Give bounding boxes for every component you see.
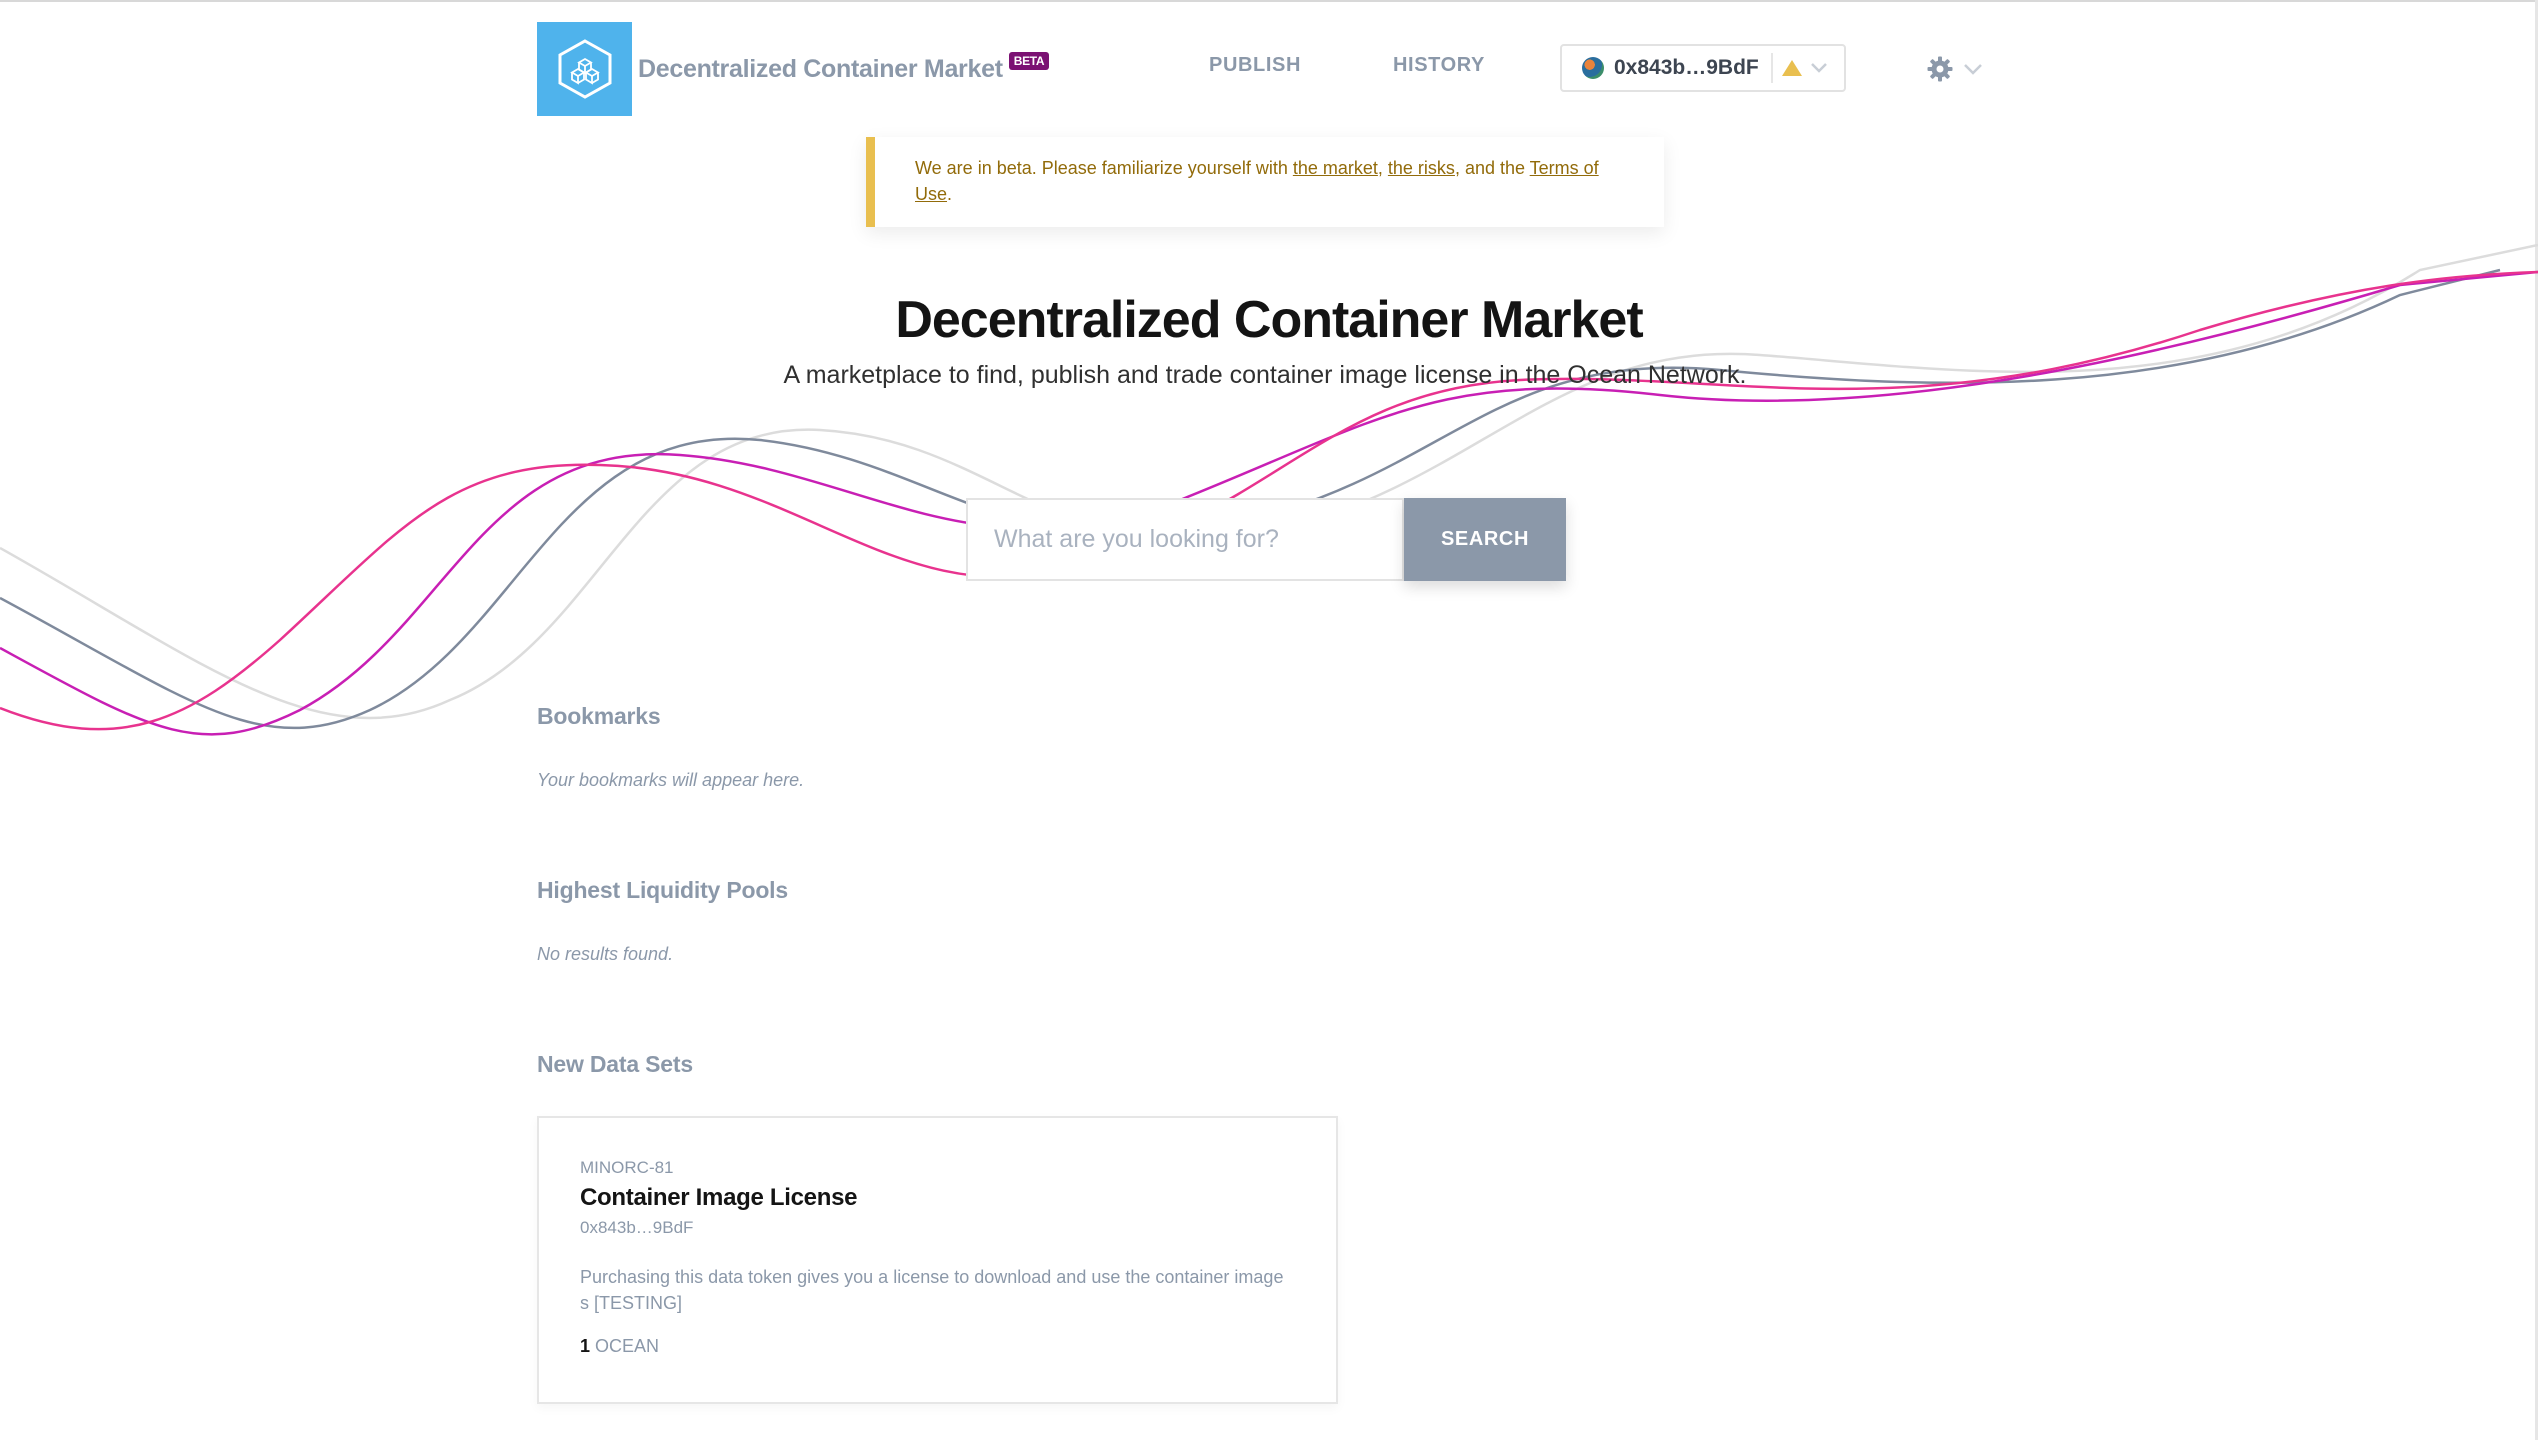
logo[interactable] (537, 22, 632, 116)
dataset-symbol: MINORC-81 (580, 1158, 674, 1177)
warning-icon (1781, 60, 1802, 76)
risks-link[interactable]: the risks (1388, 158, 1455, 178)
page-title: Decentralized Container Market (895, 291, 1643, 349)
beta-badge: BETA (1008, 52, 1050, 70)
market-link[interactable]: the market (1293, 158, 1378, 178)
nav-history[interactable]: HISTORY (1393, 54, 1485, 77)
chevron-down-icon (1964, 64, 1982, 75)
new-datasets-heading: New Data Sets (537, 1051, 693, 1077)
banner-text: We are in beta. Please familiarize yours… (915, 158, 1293, 178)
settings-menu[interactable] (1926, 55, 1984, 83)
wallet-avatar (1582, 57, 1604, 79)
banner-text: , and the (1454, 158, 1530, 178)
bookmarks-heading: Bookmarks (537, 703, 661, 729)
price-unit: OCEAN (595, 1336, 660, 1356)
nav-publish[interactable]: PUBLISH (1209, 54, 1301, 77)
dataset-price: 1 OCEAN (580, 1336, 1296, 1357)
wallet-address: 0x843b…9BdF (1614, 56, 1759, 79)
gear-icon (1927, 56, 1953, 82)
search-button[interactable]: SEARCH (1404, 498, 1566, 581)
brand-title: Decentralized Container Market (638, 55, 1003, 83)
dataset-card[interactable]: MINORC-81 Container Image License 0x843b… (537, 1116, 1338, 1404)
page-subtitle: A marketplace to find, publish and trade… (783, 361, 1747, 389)
dataset-title: Container Image License (580, 1184, 858, 1211)
dataset-owner: 0x843b…9BdF (580, 1218, 694, 1237)
chevron-down-icon (1810, 63, 1827, 73)
banner-text: , (1377, 158, 1388, 178)
brand-name[interactable]: Decentralized Container Market BETA (638, 52, 1050, 84)
pools-heading: Highest Liquidity Pools (537, 877, 788, 903)
banner-text: . (947, 184, 953, 204)
price-value: 1 (580, 1336, 591, 1356)
pools-empty-note: No results found. (537, 944, 674, 964)
bookmarks-empty-note: Your bookmarks will appear here. (537, 770, 805, 790)
wallet-button[interactable]: 0x843b…9BdF (1560, 44, 1846, 92)
wallet-divider (1770, 53, 1773, 83)
beta-warning-banner: We are in beta. Please familiarize yours… (866, 137, 1664, 227)
cube-logo-icon (558, 39, 611, 99)
search-input[interactable] (966, 498, 1404, 581)
dataset-description: Purchasing this data token gives you a l… (580, 1267, 1284, 1313)
